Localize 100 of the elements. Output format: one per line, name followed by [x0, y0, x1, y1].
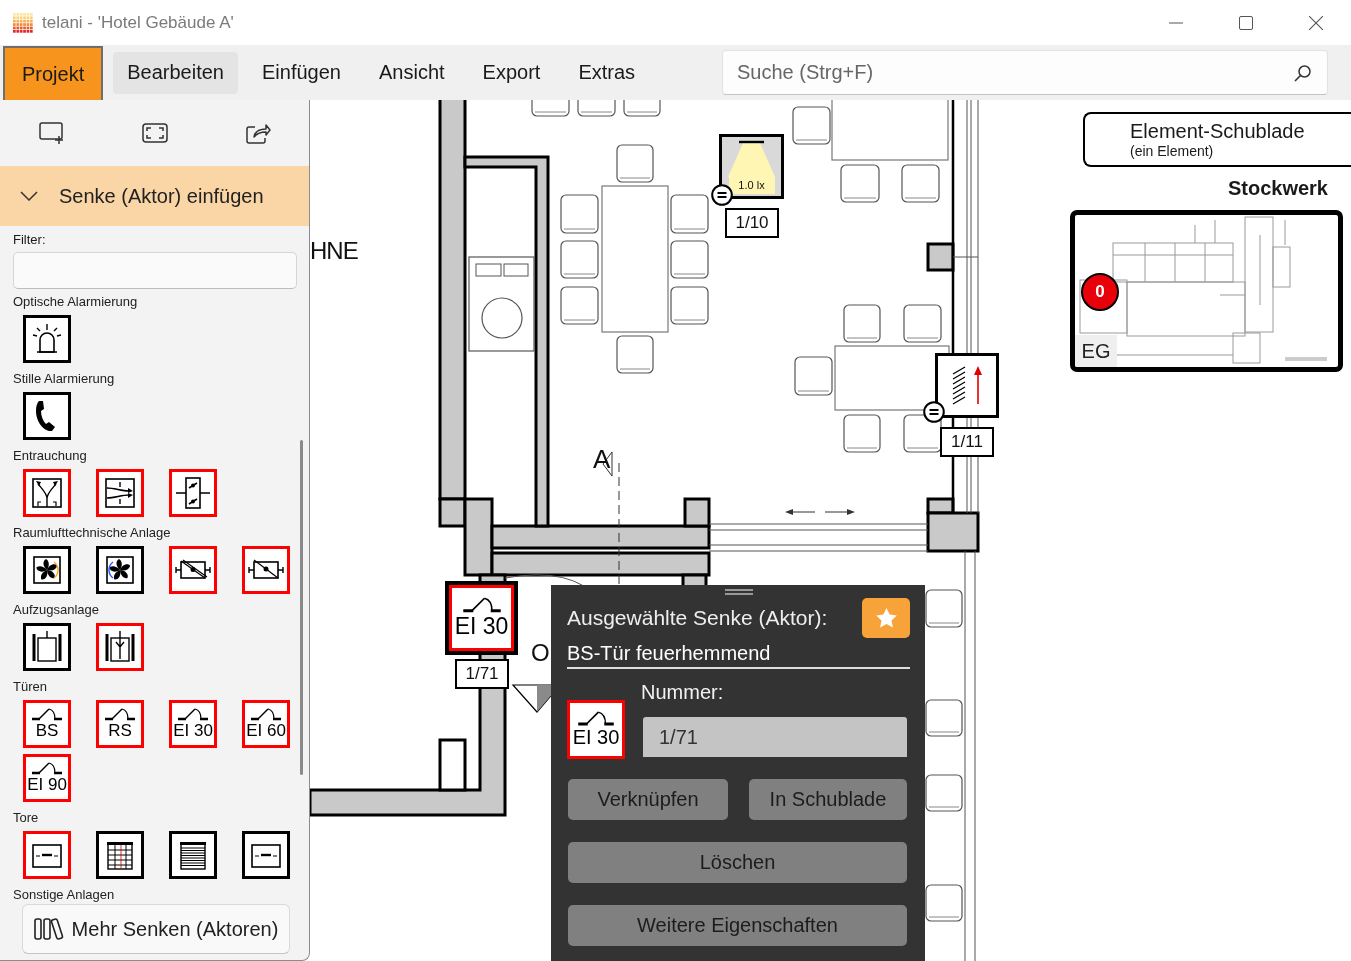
fit-screen-icon — [141, 122, 168, 144]
door-swing-icon — [31, 762, 63, 775]
menu-tab[interactable]: Extras — [564, 51, 650, 94]
maximize-icon — [1239, 15, 1253, 30]
split-arrows-icon — [29, 475, 65, 511]
crossing-arrows-icon — [102, 475, 138, 511]
beacon-tile[interactable] — [23, 315, 71, 363]
elevator-tile[interactable] — [23, 623, 71, 671]
filter-label: Filter: — [13, 232, 47, 248]
gate-tile[interactable] — [23, 831, 71, 879]
hatch-arrow-icon — [951, 364, 983, 407]
more-sinks-button[interactable]: Mehr Senken (Aktoren) — [22, 904, 290, 954]
drawer-title: Element-Schublade — [1130, 120, 1305, 143]
menu-tab[interactable]: Projekt — [3, 46, 104, 100]
inspector-title: Ausgewählte Senke (Aktor): — [567, 606, 828, 630]
phone-tile[interactable] — [23, 392, 71, 440]
search-field[interactable]: Suche (Strg+F) — [722, 50, 1328, 95]
chair — [925, 884, 963, 922]
lamp-light-icon — [726, 139, 777, 177]
chair — [560, 240, 599, 279]
chair — [925, 589, 963, 628]
door-symbol[interactable]: EI 30 — [445, 581, 518, 655]
chair — [670, 240, 709, 279]
action-button[interactable]: Verknüpfen — [568, 779, 728, 820]
window-symbol[interactable] — [935, 353, 999, 418]
menu-tab[interactable]: Ansicht — [364, 51, 459, 94]
count-badge: 0 — [1081, 273, 1119, 311]
dimension-arrow — [785, 509, 855, 515]
category-label: Optische Alarmierung — [13, 294, 138, 309]
chair — [616, 144, 654, 183]
shutter-tile[interactable] — [169, 831, 217, 879]
action-button[interactable]: Weitere Eigenschaften — [568, 905, 907, 946]
drag-handle-icon[interactable] — [724, 589, 753, 595]
damper-box-tile[interactable] — [242, 546, 290, 594]
fan-tile[interactable] — [23, 546, 71, 594]
search-icon[interactable] — [1294, 64, 1312, 82]
category-label: Stille Alarmierung — [13, 371, 115, 386]
door-tile[interactable]: EI 30 — [169, 700, 217, 748]
filter-field[interactable] — [13, 252, 297, 289]
chair — [577, 100, 616, 117]
menu-tab[interactable]: Export — [468, 51, 555, 94]
door-tile[interactable]: RS — [96, 700, 144, 748]
fit-view-button[interactable] — [141, 122, 168, 144]
floor-thumbnail[interactable]: 0 EG — [1070, 210, 1343, 372]
fan-tile[interactable] — [96, 546, 144, 594]
door-tile[interactable]: BS — [23, 700, 71, 748]
number-field[interactable]: 1/71 — [643, 717, 907, 757]
floor-name: EG — [1075, 335, 1117, 367]
chair — [925, 774, 963, 812]
door-swing-icon — [461, 597, 502, 613]
elevator-tile[interactable] — [96, 623, 144, 671]
category-label: Sonstige Anlagen — [13, 887, 115, 902]
number-label: Nummer: — [641, 680, 725, 705]
crossing-arrows-tile[interactable] — [96, 469, 144, 517]
menu-tab[interactable]: Bearbeiten — [113, 51, 238, 94]
floor-heading: Stockwerk — [1227, 176, 1328, 200]
app-logo-icon — [13, 12, 33, 33]
library-icon — [33, 917, 64, 941]
door-tile[interactable]: EI 60 — [242, 700, 290, 748]
category-label: Tore — [13, 810, 39, 825]
minimize-icon — [1169, 21, 1183, 24]
chair — [670, 194, 709, 234]
damper-icon — [175, 475, 211, 511]
gate-tile[interactable] — [242, 831, 290, 879]
chair — [531, 100, 570, 117]
section-header[interactable]: Senke (Aktor) einfügen — [0, 166, 309, 226]
category-label: Raumlufttechnische Anlage — [13, 525, 171, 540]
chair — [560, 194, 599, 234]
window-title: telani - 'Hotel Gebäude A' — [42, 12, 234, 33]
action-button[interactable]: Löschen — [568, 842, 907, 883]
drawer-panel[interactable]: Element-Schublade (ein Element) — [1083, 112, 1351, 167]
chair — [903, 304, 942, 343]
door-swing-icon — [104, 708, 136, 721]
door-swing-icon — [177, 708, 209, 721]
drawer-subtitle: (ein Element) — [1130, 143, 1214, 159]
door-tile[interactable]: EI 90 — [23, 754, 71, 802]
chair — [794, 356, 833, 396]
name-field[interactable]: BS-Tür feuerhemmend — [567, 640, 910, 669]
damper-box-tile[interactable] — [169, 546, 217, 594]
chair — [616, 335, 654, 374]
grid-gate-tile[interactable] — [96, 831, 144, 879]
number-tag: 1/10 — [725, 208, 779, 238]
add-frame-button[interactable] — [38, 122, 65, 144]
split-arrows-tile[interactable] — [23, 469, 71, 517]
chair — [840, 164, 880, 203]
chair — [901, 164, 940, 203]
action-button[interactable]: In Schublade — [749, 779, 907, 820]
plan-label: A — [593, 446, 610, 472]
scrollbar[interactable] — [300, 440, 303, 775]
number-tag: 1/71 — [455, 659, 509, 689]
chair — [843, 304, 881, 343]
category-label: Türen — [13, 679, 47, 694]
light-sensor-symbol[interactable]: 1.0 lx — [719, 134, 784, 199]
damper-tile[interactable] — [169, 469, 217, 517]
menu-tab[interactable]: Einfügen — [248, 51, 355, 94]
door-rating-label: EI 30 — [454, 612, 509, 639]
category-label: Aufzugsanlage — [13, 602, 99, 617]
share-button[interactable] — [244, 122, 271, 144]
star-icon — [875, 608, 897, 628]
door-swing-icon — [31, 708, 63, 721]
